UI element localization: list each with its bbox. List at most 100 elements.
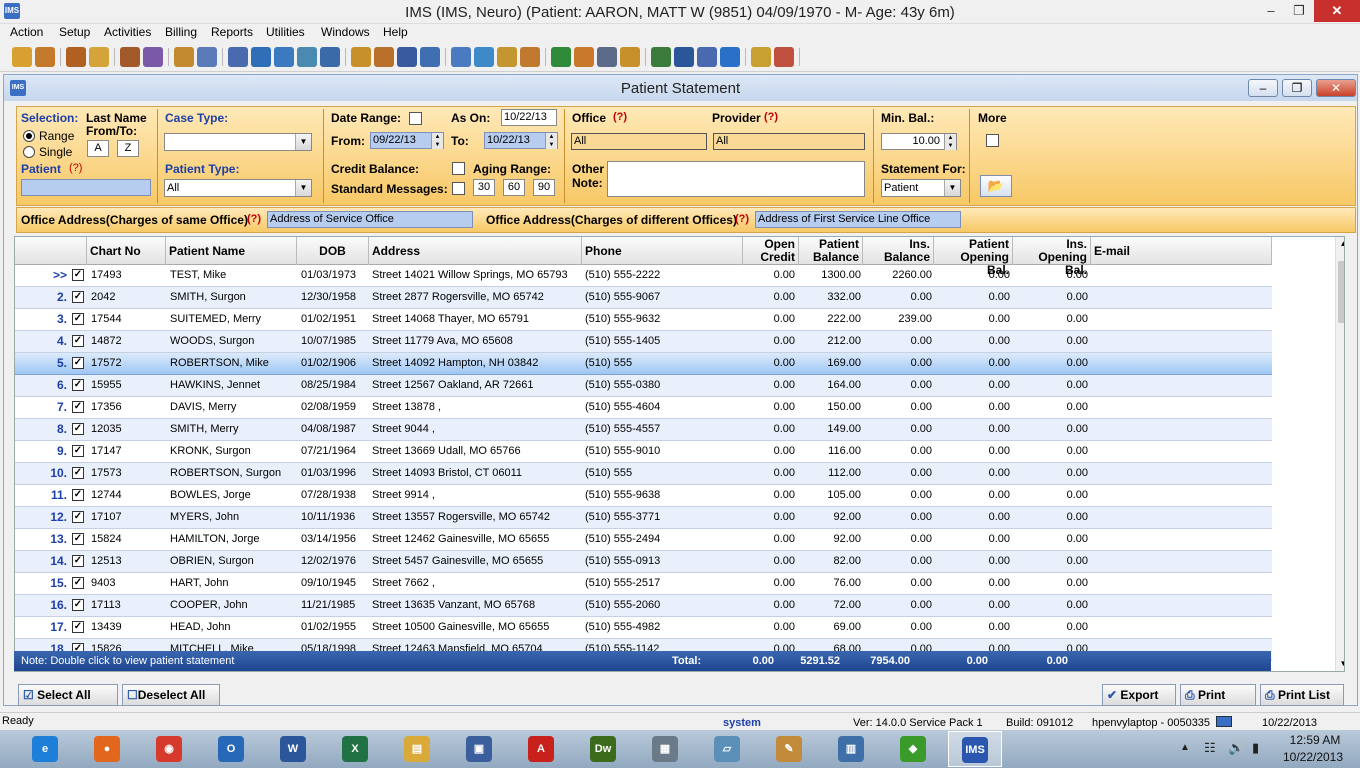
patient-type-select[interactable]: All ▼ [164,179,312,197]
row-checkbox[interactable]: ✓ [72,269,84,281]
credit-balance-checkbox[interactable] [452,162,465,175]
row-checkbox[interactable]: ✓ [72,577,84,589]
schedule-icon[interactable] [374,47,394,67]
edit-note-icon[interactable] [120,47,140,67]
spinner-icon[interactable]: ▲ ▼ [944,134,956,150]
menu-utilities[interactable]: Utilities [266,25,305,39]
control-panel-taskbar-button[interactable]: ▥ [824,731,878,767]
help-icon[interactable] [720,47,740,67]
more-checkbox[interactable] [986,134,999,147]
patient-help[interactable]: (?) [69,162,82,174]
header-dob[interactable]: DOB [297,237,369,265]
contacts-icon[interactable] [520,47,540,67]
office-help[interactable]: (?) [613,111,627,123]
header-ins-balance[interactable]: Ins. Balance [863,237,934,265]
row-checkbox[interactable]: ✓ [72,445,84,457]
vertical-scrollbar[interactable]: ▲ ▼ [1335,237,1344,671]
table-row[interactable]: 2. ✓ 2042 SMITH, Surgon 12/30/1958 Street 287… [15,287,1272,309]
calculator-taskbar-button[interactable]: ▦ [638,731,692,767]
scroll-up-icon[interactable]: ▲ [1338,239,1344,249]
header-ins-opening[interactable]: Ins. Opening Bal. [1013,237,1091,277]
minimize-button[interactable]: – [1256,0,1286,22]
header-patient-opening[interactable]: Patient Opening Bal. [934,237,1013,277]
ims-taskbar-button[interactable]: IMS [948,731,1002,767]
spinner-icon[interactable]: ▲ ▼ [431,133,443,149]
patient-card-icon[interactable] [574,47,594,67]
fax-icon[interactable] [451,47,471,67]
folder-open-icon[interactable] [89,47,109,67]
table-row[interactable]: 8. ✓ 12035 SMITH, Merry 04/08/1987 Street 904… [15,419,1272,441]
exit-icon[interactable] [774,47,794,67]
statement-for-select[interactable]: Patient ▼ [881,179,961,197]
menu-reports[interactable]: Reports [211,25,253,39]
table-row[interactable]: 5. ✓ 17572 ROBERTSON, Mike 01/02/1906 Street … [15,353,1272,375]
doctor-icon[interactable] [35,47,55,67]
user-icon[interactable] [12,47,32,67]
payment-icon[interactable] [297,47,317,67]
open-folder-button[interactable]: 📂 [980,175,1012,197]
table-row[interactable]: >> ✓ 17493 TEST, Mike 01/03/1973 Street 14021… [15,265,1272,287]
header-email[interactable]: E-mail [1091,237,1272,265]
lock-icon[interactable] [751,47,771,67]
from-letter-input[interactable]: A [87,140,109,157]
row-checkbox[interactable]: ✓ [72,467,84,479]
table-row[interactable]: 12. ✓ 17107 MYERS, John 10/11/1936 Street 135… [15,507,1272,529]
chrome-taskbar-button[interactable]: ◉ [142,731,196,767]
menu-action[interactable]: Action [10,25,43,39]
row-checkbox[interactable]: ✓ [72,621,84,633]
letter-icon[interactable] [497,47,517,67]
table-row[interactable]: 14. ✓ 12513 OBRIEN, Surgon 12/02/1976 Street … [15,551,1272,573]
aging-30-input[interactable]: 30 [473,179,495,196]
header-patient-balance[interactable]: Patient Balance [799,237,863,265]
close-button[interactable]: ✕ [1314,0,1360,22]
header-patient-name[interactable]: Patient Name [166,237,297,265]
row-checkbox[interactable]: ✓ [72,291,84,303]
deselect-all-button[interactable]: ☐Deselect All [122,684,220,706]
child-close-button[interactable]: ✕ [1316,79,1356,97]
header-phone[interactable]: Phone [582,237,743,265]
aging-60-input[interactable]: 60 [503,179,525,196]
menu-help[interactable]: Help [383,25,408,39]
notes-taskbar-button[interactable]: ▱ [700,731,754,767]
row-checkbox[interactable]: ✓ [72,401,84,413]
row-checkbox[interactable]: ✓ [72,599,84,611]
word-doc-icon[interactable] [674,47,694,67]
table-row[interactable]: 16. ✓ 17113 COOPER, John 11/21/1985 Street 13… [15,595,1272,617]
table-row[interactable]: 15. ✓ 9403 HART, John 09/10/1945 Street 7662 … [15,573,1272,595]
same-office-help[interactable]: (?) [247,213,261,225]
volume-icon[interactable]: 🔊 [1228,740,1244,756]
table-row[interactable]: 11. ✓ 12744 BOWLES, Jorge 07/28/1938 Street 9… [15,485,1272,507]
forms-icon[interactable] [228,47,248,67]
refresh-icon[interactable] [620,47,640,67]
table-row[interactable]: 3. ✓ 17544 SUITEMED, Merry 01/02/1951 Street … [15,309,1272,331]
prescription-icon[interactable] [143,47,163,67]
header-open-credit[interactable]: Open Credit [743,237,799,265]
range-radio[interactable] [23,130,35,142]
header-address[interactable]: Address [369,237,582,265]
table-row[interactable]: 17. ✓ 13439 HEAD, John 01/02/1955 Street 1050… [15,617,1272,639]
acrobat-taskbar-button[interactable]: A [514,731,568,767]
spinner-icon[interactable]: ▲ ▼ [545,133,557,149]
table-row[interactable]: 13. ✓ 15824 HAMILTON, Jorge 03/14/1956 Street… [15,529,1272,551]
as-on-input[interactable]: 10/22/13 [501,109,557,126]
menu-windows[interactable]: Windows [321,25,370,39]
row-checkbox[interactable]: ✓ [72,423,84,435]
reports-icon[interactable] [397,47,417,67]
row-checkbox[interactable]: ✓ [72,313,84,325]
from-date-input[interactable]: 09/22/13 ▲ ▼ [370,132,444,149]
dreamweaver-taskbar-button[interactable]: Dw [576,731,630,767]
scrollbar-thumb[interactable] [1338,261,1344,323]
sync-icon[interactable] [651,47,671,67]
case-type-select[interactable]: ▼ [164,133,312,151]
appointment-icon[interactable] [66,47,86,67]
table-row[interactable]: 9. ✓ 17147 KRONK, Surgon 07/21/1964 Street 13… [15,441,1272,463]
table-row[interactable]: 6. ✓ 15955 HAWKINS, Jennet 08/25/1984 Street … [15,375,1272,397]
row-checkbox[interactable]: ✓ [72,335,84,347]
different-office-help[interactable]: (?) [735,213,749,225]
select-all-button[interactable]: ☑ Select All [18,684,118,706]
child-restore-button[interactable]: ❐ [1282,79,1312,97]
menu-setup[interactable]: Setup [59,25,90,39]
menu-activities[interactable]: Activities [104,25,151,39]
table-row[interactable]: 4. ✓ 14872 WOODS, Surgon 10/07/1985 Street 11… [15,331,1272,353]
row-checkbox[interactable]: ✓ [72,511,84,523]
